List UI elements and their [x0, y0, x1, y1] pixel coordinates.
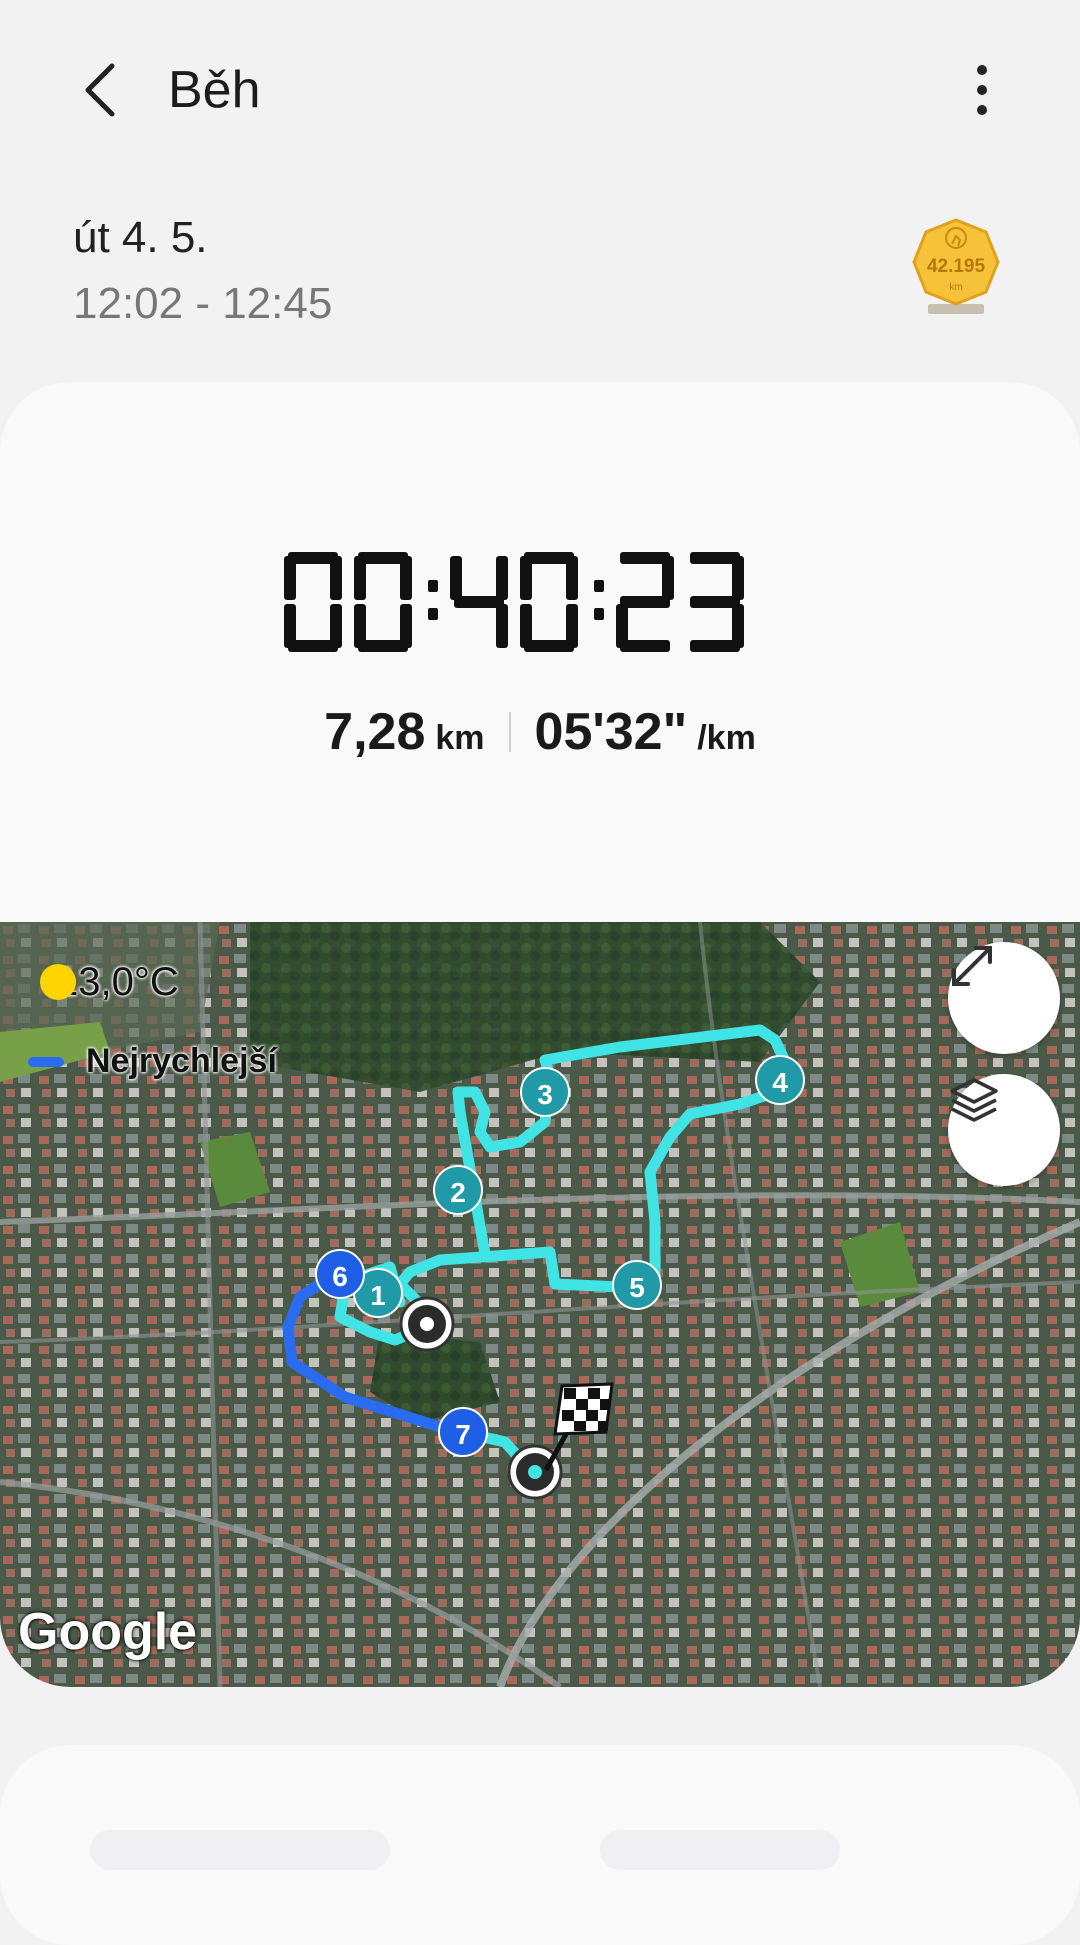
map-layers-button[interactable]	[948, 1074, 1060, 1186]
badge-value: 42.195	[926, 256, 986, 277]
more-vertical-icon	[977, 65, 987, 115]
duration-digit	[690, 552, 744, 652]
sun-icon	[40, 964, 76, 1000]
lap-marker: 6	[315, 1249, 365, 1299]
lap-marker-label: 2	[450, 1177, 466, 1208]
lap-marker-label: 1	[370, 1280, 386, 1311]
map-attribution: Google	[18, 1603, 198, 1661]
pace-value: 05'32"	[534, 703, 688, 761]
lap-marker-label: 3	[537, 1079, 553, 1110]
legend-fastest-swatch	[28, 1056, 64, 1067]
lap-marker: 3	[520, 1067, 570, 1117]
session-date: út 4. 5.	[73, 213, 208, 262]
lap-marker-label: 6	[332, 1261, 348, 1292]
layers-icon	[950, 1078, 998, 1122]
lap-marker: 4	[755, 1055, 805, 1105]
details-card	[0, 1745, 1080, 1945]
duration-digits	[284, 552, 744, 652]
app-bar: Běh	[0, 0, 1080, 180]
badge-unit: km	[949, 282, 963, 293]
details-placeholder	[90, 1830, 390, 1870]
stats-row: 7,28 km 05'32" /km	[0, 702, 1080, 762]
session-time-range: 12:02 - 12:45	[73, 279, 333, 328]
expand-map-button[interactable]	[948, 942, 1060, 1054]
duration-digit	[354, 552, 412, 652]
lap-marker: 7	[438, 1407, 488, 1457]
distance-unit: km	[435, 719, 485, 757]
start-point-icon	[399, 1296, 455, 1352]
marathon-badge[interactable]: 42.195 km	[906, 216, 1006, 326]
lap-marker: 2	[433, 1165, 483, 1215]
page-title: Běh	[168, 61, 261, 119]
duration-digit	[520, 552, 578, 652]
distance-value: 7,28	[324, 703, 426, 761]
map-legend: Nejrychlejší	[28, 1042, 277, 1081]
back-button[interactable]	[60, 50, 140, 130]
workout-summary-card: 7,28 km 05'32" /km 1 2 3 4 5 6 7 13,0°C …	[0, 382, 1080, 1687]
more-options-button[interactable]	[950, 50, 1014, 130]
weather-info: 13,0°C	[36, 960, 179, 1005]
pace-unit: /km	[697, 719, 756, 757]
legend-fastest-label: Nejrychlejší	[86, 1042, 277, 1080]
duration-digit	[284, 552, 342, 652]
chevron-left-icon	[85, 63, 115, 117]
duration-digit	[450, 556, 508, 648]
expand-icon	[952, 946, 992, 986]
route-map[interactable]: 1 2 3 4 5 6 7 13,0°C Nejrychlejší Google	[0, 922, 1080, 1687]
lap-marker: 5	[612, 1260, 662, 1310]
duration-digit	[616, 552, 674, 652]
details-placeholder	[600, 1830, 840, 1870]
stats-divider	[508, 712, 511, 752]
lap-marker-label: 7	[455, 1419, 471, 1450]
lap-marker-label: 5	[629, 1272, 645, 1303]
duration-display	[0, 542, 1080, 667]
lap-marker-label: 4	[772, 1067, 788, 1098]
map-canvas: 1 2 3 4 5 6 7	[0, 922, 1080, 1687]
